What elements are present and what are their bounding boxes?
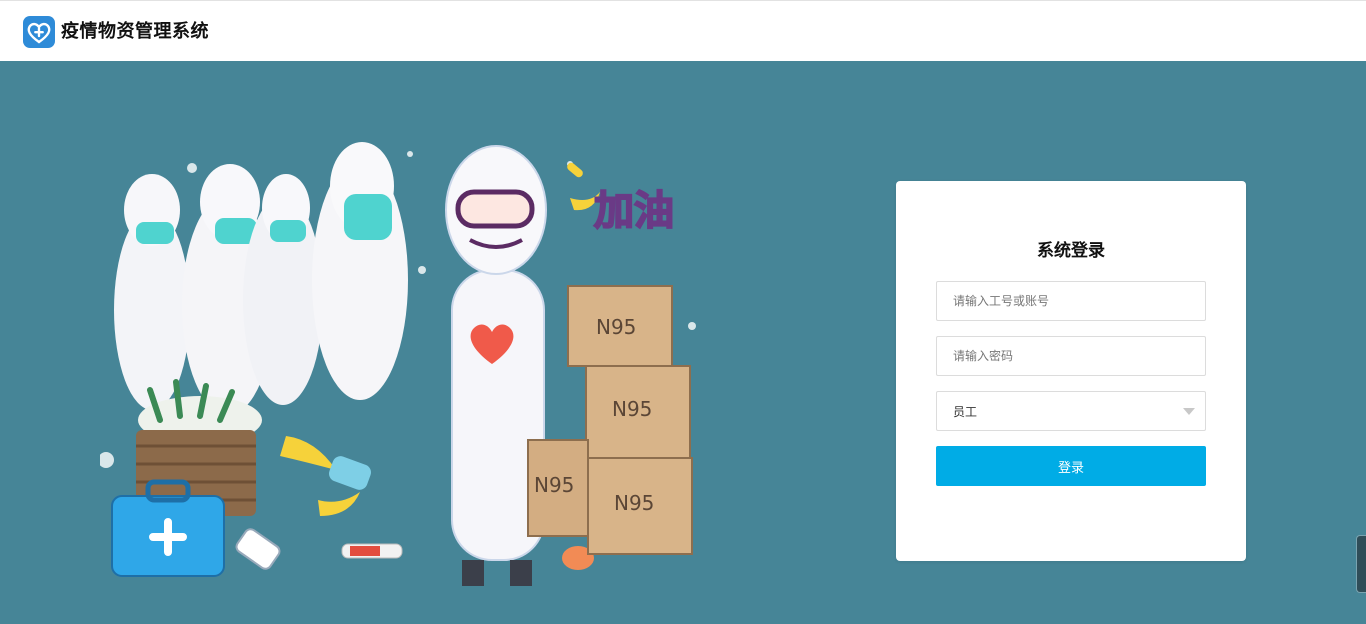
login-title: 系统登录 bbox=[1037, 241, 1105, 261]
svg-text:N95: N95 bbox=[596, 315, 636, 339]
role-select-value: 员工 bbox=[953, 404, 978, 419]
svg-text:N95: N95 bbox=[534, 473, 574, 497]
login-page: N95 N95 N95 N95 加油 系统登录 员工 登录 bbox=[0, 61, 1366, 624]
heart-plus-icon bbox=[23, 16, 55, 48]
svg-text:N95: N95 bbox=[612, 397, 652, 421]
side-widget-handle[interactable] bbox=[1356, 535, 1366, 593]
login-card: 系统登录 员工 登录 bbox=[896, 181, 1246, 561]
illustration-text: 加油 bbox=[594, 188, 674, 234]
app-title: 疫情物资管理系统 bbox=[61, 21, 209, 42]
svg-text:N95: N95 bbox=[614, 491, 654, 515]
account-input[interactable] bbox=[936, 281, 1206, 321]
login-button[interactable]: 登录 bbox=[936, 446, 1206, 486]
medical-workers-illustration: N95 N95 N95 N95 加油 bbox=[100, 142, 696, 586]
password-input[interactable] bbox=[936, 336, 1206, 376]
chevron-down-icon bbox=[1183, 407, 1195, 415]
role-select[interactable]: 员工 bbox=[936, 391, 1206, 431]
top-bar: 疫情物资管理系统 bbox=[0, 0, 1366, 61]
